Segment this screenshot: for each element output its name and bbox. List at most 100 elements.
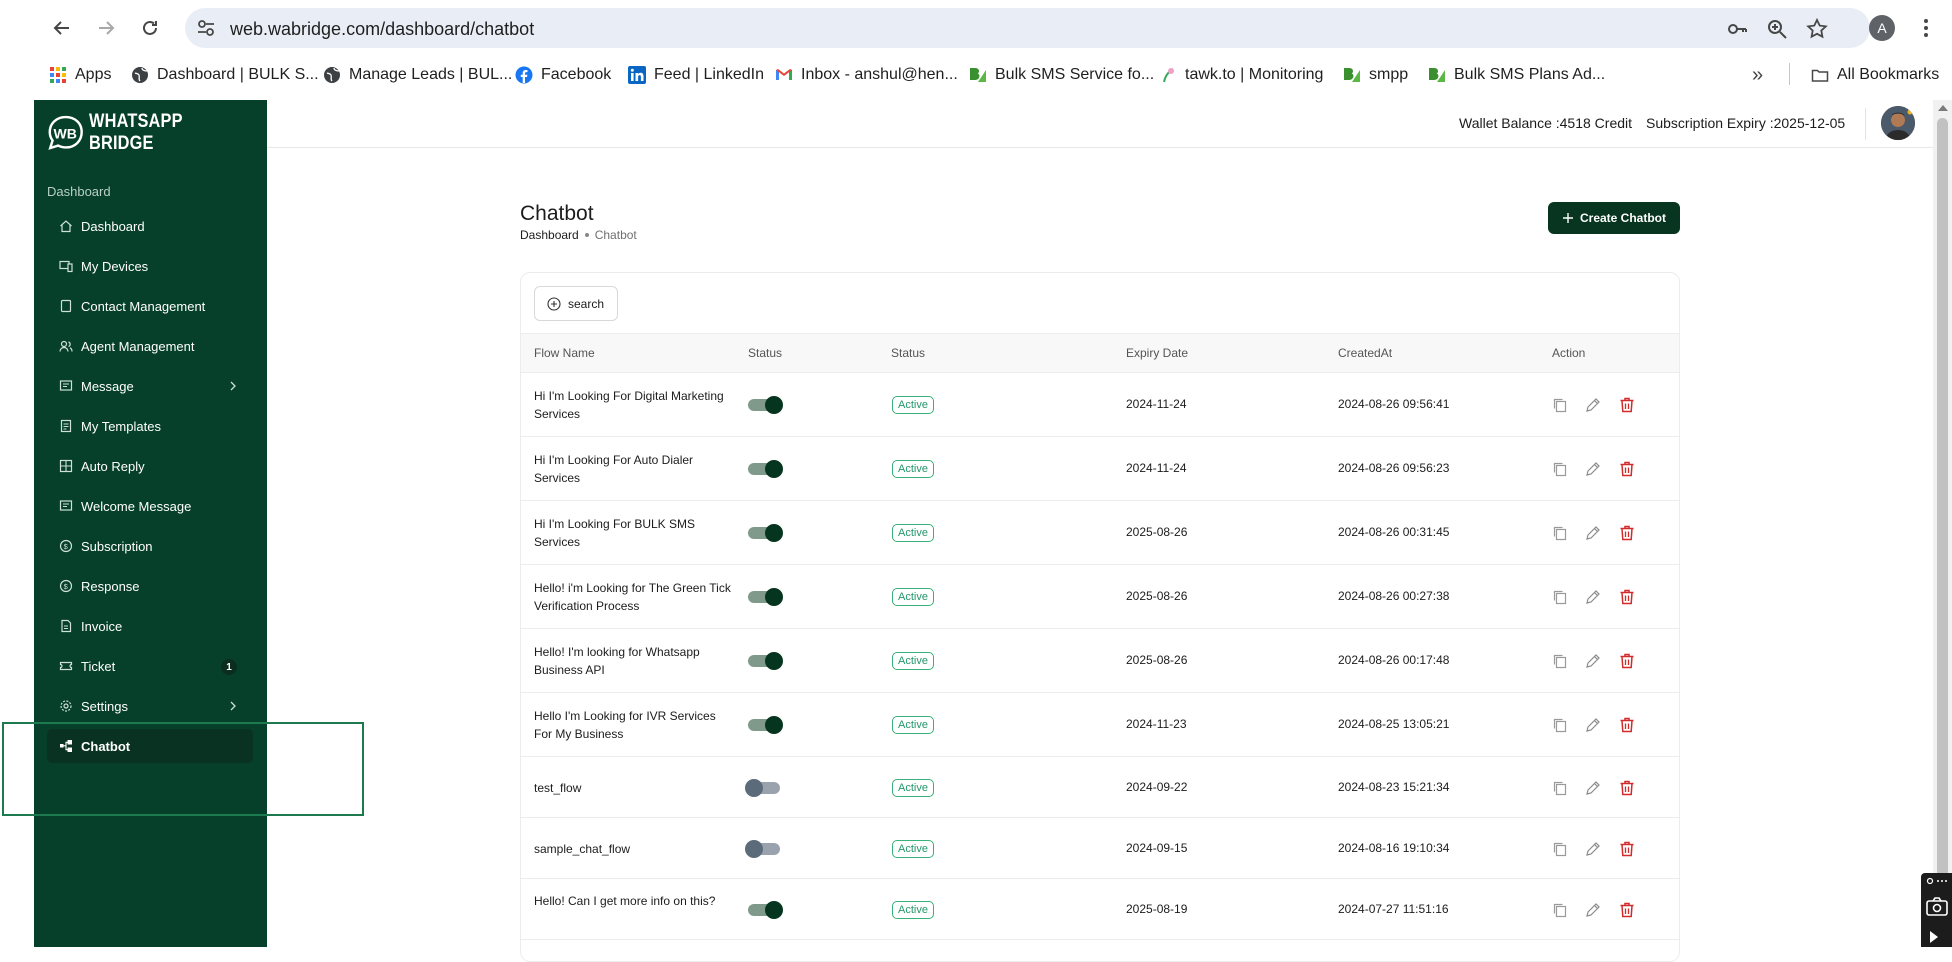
edit-icon[interactable]	[1584, 901, 1602, 919]
copy-icon[interactable]	[1551, 716, 1569, 734]
delete-icon[interactable]	[1618, 779, 1636, 797]
flow-status-toggle[interactable]	[748, 524, 783, 542]
column-header-flow-name[interactable]: Flow Name	[534, 346, 595, 360]
sidebar-item-settings[interactable]: Settings	[47, 689, 253, 723]
breadcrumb-dashboard[interactable]: Dashboard	[520, 228, 579, 242]
copy-icon[interactable]	[1551, 652, 1569, 670]
search-button[interactable]: search	[534, 286, 618, 321]
copy-icon[interactable]	[1551, 396, 1569, 414]
url-text[interactable]: web.wabridge.com/dashboard/chatbot	[230, 19, 534, 40]
bookmarks-overflow-icon[interactable]: »	[1752, 64, 1763, 87]
sidebar-item-my-templates[interactable]: My Templates	[47, 409, 253, 443]
sidebar-item-my-devices[interactable]: My Devices	[47, 249, 253, 283]
edit-icon[interactable]	[1584, 396, 1602, 414]
forward-button[interactable]	[92, 14, 120, 42]
bookmark-linkedin[interactable]: Feed | LinkedIn	[628, 64, 764, 86]
copy-icon[interactable]	[1551, 901, 1569, 919]
sidebar-item-contact-management[interactable]: Contact Management	[47, 289, 253, 323]
column-header-toggle-status[interactable]: Status	[748, 346, 782, 360]
copy-icon[interactable]	[1551, 588, 1569, 606]
flow-name[interactable]: sample_chat_flow	[534, 840, 734, 858]
flow-name[interactable]: Hello I'm Looking for IVR Services For M…	[534, 707, 734, 743]
copy-icon[interactable]	[1551, 460, 1569, 478]
flow-status-toggle[interactable]	[748, 900, 783, 919]
sidebar-item-subscription[interactable]: $ Subscription	[47, 529, 253, 563]
sidebar-item-agent-management[interactable]: Agent Management	[47, 329, 253, 363]
sidebar-item-message[interactable]: Message	[47, 369, 253, 403]
whatsapp-bridge-logo-icon: WB	[48, 115, 83, 150]
scroll-up-arrow-icon[interactable]	[1938, 105, 1948, 111]
copy-icon[interactable]	[1551, 779, 1569, 797]
flow-status-toggle[interactable]	[748, 588, 783, 606]
flow-name[interactable]: Hello! Can I get more info on this?	[534, 892, 734, 910]
reload-button[interactable]	[136, 14, 164, 42]
all-bookmarks[interactable]: All Bookmarks	[1811, 64, 1939, 86]
star-icon[interactable]	[1805, 17, 1829, 41]
bookmark-bulk-sms-plans[interactable]: Bulk SMS Plans Ad...	[1428, 64, 1605, 86]
bookmark-manage-leads[interactable]: Manage Leads | BUL...	[323, 64, 512, 86]
edit-icon[interactable]	[1584, 652, 1602, 670]
flow-status-toggle[interactable]	[748, 652, 783, 670]
bookmark-dashboard[interactable]: Dashboard | BULK S...	[131, 64, 319, 86]
delete-icon[interactable]	[1618, 901, 1636, 919]
delete-icon[interactable]	[1618, 652, 1636, 670]
delete-icon[interactable]	[1618, 716, 1636, 734]
edit-icon[interactable]	[1584, 779, 1602, 797]
column-header-created-at[interactable]: CreatedAt	[1338, 346, 1392, 360]
delete-icon[interactable]	[1618, 840, 1636, 858]
delete-icon[interactable]	[1618, 588, 1636, 606]
flow-status-toggle[interactable]	[745, 778, 780, 797]
flow-name[interactable]: test_flow	[534, 779, 734, 797]
edit-icon[interactable]	[1584, 460, 1602, 478]
flow-name[interactable]: Hi I'm Looking For Digital Marketing Ser…	[534, 387, 734, 423]
floating-capture-widget[interactable]	[1921, 873, 1952, 947]
bookmark-tawkto[interactable]: tawk.to | Monitoring	[1159, 64, 1323, 86]
edit-icon[interactable]	[1584, 840, 1602, 858]
address-bar[interactable]: web.wabridge.com/dashboard/chatbot	[185, 8, 1870, 48]
flow-name[interactable]: Hi I'm Looking For Auto Dialer Services	[534, 451, 734, 487]
delete-icon[interactable]	[1618, 460, 1636, 478]
flow-status-toggle[interactable]	[748, 460, 783, 478]
column-header-expiry-date[interactable]: Expiry Date	[1126, 346, 1188, 360]
bookmark-gmail[interactable]: Inbox - anshul@hen...	[775, 64, 958, 86]
user-avatar[interactable]	[1881, 106, 1915, 140]
sidebar-item-invoice[interactable]: Invoice	[47, 609, 253, 643]
flow-status-toggle[interactable]	[748, 716, 783, 734]
zoom-icon[interactable]	[1765, 17, 1789, 41]
settings-icon	[60, 700, 72, 712]
brand-logo[interactable]: WB WHATSAPP BRIDGE	[46, 111, 267, 154]
bookmark-facebook[interactable]: Facebook	[515, 64, 611, 86]
bookmark-apps[interactable]: Apps	[49, 64, 111, 86]
sidebar-item-auto-reply[interactable]: Auto Reply	[47, 449, 253, 483]
copy-icon[interactable]	[1551, 524, 1569, 542]
sidebar-item-welcome-message[interactable]: Welcome Message	[47, 489, 253, 523]
edit-icon[interactable]	[1584, 588, 1602, 606]
copy-icon[interactable]	[1551, 840, 1569, 858]
breadcrumb-separator	[584, 233, 589, 237]
bookmark-bulk-sms-service[interactable]: Bulk SMS Service fo...	[969, 64, 1154, 86]
page-scrollbar[interactable]	[1933, 100, 1952, 947]
sidebar-item-response[interactable]: $ Response	[47, 569, 253, 603]
profile-avatar[interactable]: A	[1869, 15, 1895, 41]
svg-text:$: $	[64, 582, 69, 591]
back-button[interactable]	[48, 14, 76, 42]
sidebar-item-ticket[interactable]: Ticket 1	[47, 649, 253, 683]
scroll-thumb[interactable]	[1937, 118, 1948, 940]
flow-name[interactable]: Hello! i'm Looking for The Green Tick Ve…	[534, 579, 734, 615]
flow-status-toggle[interactable]	[748, 396, 783, 414]
site-info-icon[interactable]	[195, 17, 217, 39]
flow-status-toggle[interactable]	[745, 839, 780, 858]
sidebar-item-dashboard[interactable]: Dashboard	[47, 209, 253, 243]
delete-icon[interactable]	[1618, 524, 1636, 542]
message-icon	[59, 380, 73, 391]
bookmark-smpp[interactable]: smpp	[1343, 64, 1408, 86]
flow-name[interactable]: Hi I'm Looking For BULK SMS Services	[534, 515, 734, 551]
key-icon[interactable]	[1725, 17, 1749, 41]
delete-icon[interactable]	[1618, 396, 1636, 414]
create-chatbot-button[interactable]: Create Chatbot	[1548, 202, 1680, 234]
edit-icon[interactable]	[1584, 716, 1602, 734]
column-header-status[interactable]: Status	[891, 346, 925, 360]
edit-icon[interactable]	[1584, 524, 1602, 542]
browser-menu-icon[interactable]	[1918, 14, 1934, 42]
flow-name[interactable]: Hello! I'm looking for Whatsapp Business…	[534, 643, 734, 679]
